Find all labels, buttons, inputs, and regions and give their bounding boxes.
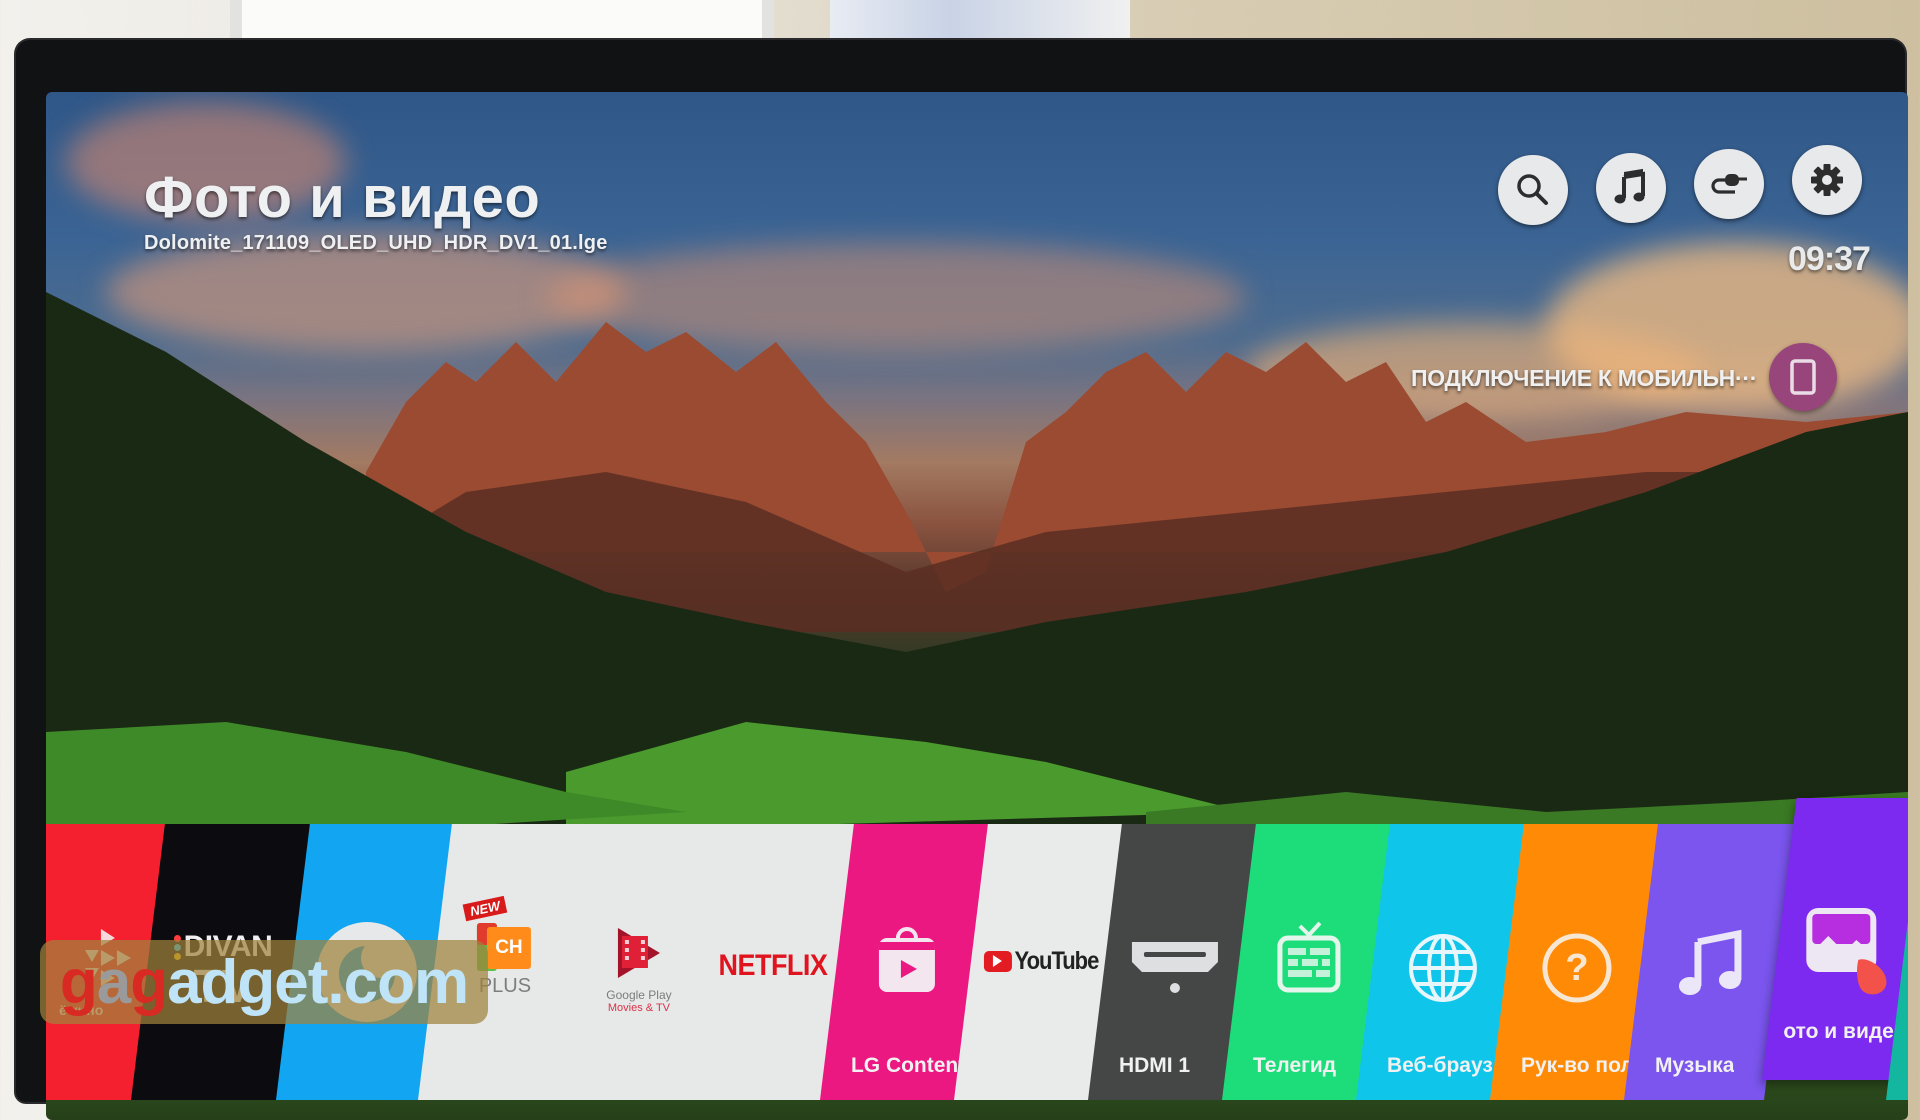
google-play-text: Google Play [606,988,672,1002]
watermark-rest: adget.com [167,947,469,1017]
search-icon [1517,174,1548,205]
tile-label: Рук-во пол [1520,1054,1634,1077]
input-plug-icon [1711,174,1747,194]
settings-button[interactable] [1792,145,1862,215]
tile-label: ото и видео [1783,1020,1907,1043]
launcher-tile-photo-video[interactable]: ото и видео [1762,798,1908,1080]
help-question-icon: ? [1542,933,1612,1003]
input-button[interactable] [1694,149,1764,219]
new-badge: NEW [462,895,508,922]
music-button[interactable] [1596,153,1666,223]
movies-tv-text: Movies & TV [607,1002,671,1014]
search-button[interactable] [1498,155,1568,225]
mobile-connection-label[interactable]: ПОДКЛЮЧЕНИЕ К МОБИЛЬН··· [1411,365,1757,392]
google-play-movies-icon [617,928,660,978]
header: Фото и видео Dolomite_171109_OLED_UHD_HD… [144,166,608,255]
clock: 09:37 [1788,240,1871,278]
watermark-g2: g [130,947,168,1017]
tv-guide-icon [1277,921,1341,993]
music-note-icon [1614,168,1645,204]
hdmi-input-icon [1131,942,1218,993]
lg-content-store-icon [878,927,935,992]
tile-label: Телегид [1252,1054,1337,1077]
current-file-name: Dolomite_171109_OLED_UHD_HDR_DV1_01.lge [144,232,608,254]
youtube-logo-text: YouTube [1014,946,1099,975]
gear-icon [1811,164,1843,196]
globe-icon [1408,934,1477,1002]
watermark-g: g [59,947,98,1017]
youtube-play-icon [983,950,1012,972]
mobile-connection-button[interactable] [1769,343,1837,411]
tablet-icon [1790,359,1816,395]
watermark: g a g adget.com [40,940,488,1024]
music-note-icon [1678,929,1742,995]
svg-text:?: ? [1565,947,1588,989]
watermark-a: a [96,947,131,1017]
page-title: Фото и видео [144,165,541,230]
netflix-logo: NETFLIX [718,948,828,982]
ch-logo: CH [486,927,531,969]
tile-label: LG Content [850,1054,966,1077]
tile-label: Веб-брауз [1386,1054,1493,1077]
tile-label: HDMI 1 [1118,1054,1191,1077]
tile-label: Музыка [1654,1054,1735,1077]
photo-video-icon [1806,908,1887,995]
